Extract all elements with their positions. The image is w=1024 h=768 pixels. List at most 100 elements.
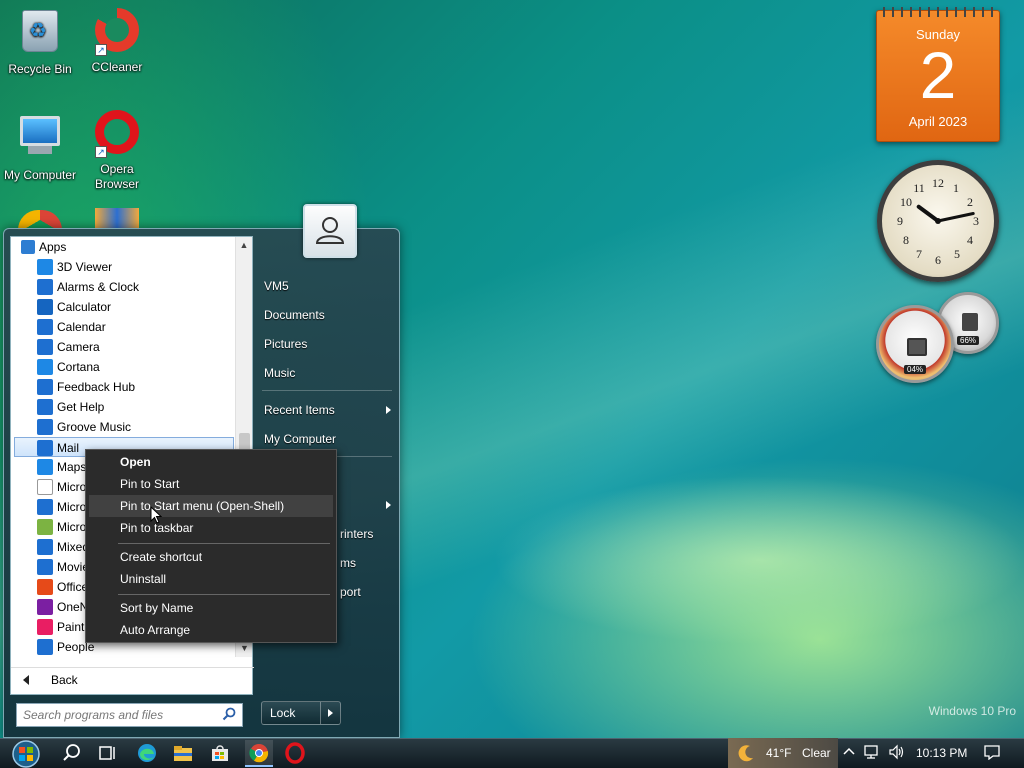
- documents-link[interactable]: Documents: [264, 308, 325, 322]
- desktop-icon-label: Opera Browser: [94, 162, 139, 191]
- app-list-item[interactable]: Cortana: [11, 357, 237, 377]
- search-icon: [222, 707, 236, 721]
- svg-text:10: 10: [900, 195, 912, 209]
- submenu-arrow-icon: [386, 406, 391, 414]
- memory-chip-icon: [962, 313, 978, 331]
- search-input[interactable]: Search programs and files: [16, 703, 243, 727]
- opera-taskbar-icon[interactable]: [284, 742, 306, 764]
- app-label: Mail: [57, 441, 80, 455]
- app-icon: [37, 559, 53, 575]
- app-icon: [37, 519, 53, 535]
- desktop-icon-recycle-bin[interactable]: Recycle Bin: [0, 6, 80, 77]
- desktop-icon-label: My Computer: [3, 168, 77, 182]
- user-folder-link[interactable]: VM5: [264, 279, 289, 293]
- ctx-sort-by-name[interactable]: Sort by Name: [89, 597, 333, 619]
- calendar-date: 2: [919, 38, 957, 112]
- desktop-icon-opera[interactable]: ↗ Opera Browser: [77, 108, 157, 192]
- ctx-auto-arrange[interactable]: Auto Arrange: [89, 619, 333, 641]
- my-computer-icon: [16, 116, 64, 164]
- app-label: Alarms & Clock: [57, 280, 140, 294]
- app-icon: [37, 319, 53, 335]
- app-label: Groove Music: [57, 420, 132, 434]
- ctx-open[interactable]: Open: [89, 451, 333, 473]
- lock-button[interactable]: Lock: [261, 701, 341, 725]
- app-label: Get Help: [57, 400, 105, 414]
- watermark-edition: Windows 10 Pro: [928, 704, 1016, 718]
- divider: [118, 594, 330, 595]
- moon-icon: [738, 745, 753, 762]
- app-icon: [37, 279, 53, 295]
- cpu-meter-gadget[interactable]: 04%: [876, 305, 954, 383]
- desktop-icon-ccleaner[interactable]: ↗ CCleaner: [77, 6, 157, 75]
- app-icon: [37, 599, 53, 615]
- ctx-pin-to-start[interactable]: Pin to Start: [89, 473, 333, 495]
- volume-icon[interactable]: [888, 744, 906, 760]
- ctx-pin-to-start-menu-open-shell[interactable]: Pin to Start menu (Open-Shell): [89, 495, 333, 517]
- folder-icon: [21, 240, 35, 254]
- user-avatar[interactable]: [303, 204, 357, 258]
- store-icon[interactable]: [209, 742, 231, 764]
- calendar-gadget[interactable]: Sunday 2 April 2023: [876, 7, 1000, 142]
- network-icon[interactable]: [864, 744, 882, 760]
- svg-text:5: 5: [954, 247, 960, 261]
- default-programs-link[interactable]: ms: [340, 556, 356, 570]
- app-list-item[interactable]: Get Help: [11, 397, 237, 417]
- pictures-link[interactable]: Pictures: [264, 337, 307, 351]
- devices-printers-link[interactable]: rinters: [340, 527, 373, 541]
- svg-text:2: 2: [967, 195, 973, 209]
- app-icon: [37, 579, 53, 595]
- search-icon[interactable]: [61, 742, 83, 764]
- music-link[interactable]: Music: [264, 366, 295, 380]
- clock-face: 12 1 2 3 4 5 6 7 8 9 10 11: [897, 176, 979, 267]
- app-list-item[interactable]: Calendar: [11, 317, 237, 337]
- clock-gadget[interactable]: 12 1 2 3 4 5 6 7 8 9 10 11: [877, 160, 999, 282]
- task-view-icon[interactable]: [97, 742, 119, 764]
- action-center-icon[interactable]: [983, 744, 1001, 760]
- start-orb-icon[interactable]: [9, 740, 43, 768]
- calendar-month: April 2023: [908, 114, 968, 129]
- app-icon: [37, 619, 53, 635]
- app-list-item[interactable]: Alarms & Clock: [11, 277, 237, 297]
- back-button[interactable]: Back: [11, 667, 254, 691]
- app-label: 3D Viewer: [57, 260, 113, 274]
- edge-icon[interactable]: [136, 742, 158, 764]
- winrar-desktop-icon[interactable]: [95, 208, 139, 230]
- ctx-create-shortcut[interactable]: Create shortcut: [89, 546, 333, 568]
- ctx-uninstall[interactable]: Uninstall: [89, 568, 333, 590]
- app-list-item[interactable]: Camera: [11, 337, 237, 357]
- clock-minute-hand: [936, 212, 975, 223]
- show-hidden-icons-chevron-icon[interactable]: [843, 746, 855, 758]
- apps-header-label: Apps: [39, 240, 67, 254]
- chrome-desktop-icon[interactable]: [18, 210, 62, 230]
- app-list-item[interactable]: Groove Music: [11, 417, 237, 437]
- my-computer-link[interactable]: My Computer: [264, 432, 336, 446]
- memory-percent: 66%: [956, 336, 980, 345]
- app-list-item[interactable]: Feedback Hub: [11, 377, 237, 397]
- app-label: Paint: [57, 620, 85, 634]
- chrome-icon[interactable]: [248, 742, 270, 764]
- shutdown-options-arrow-icon[interactable]: [320, 702, 340, 724]
- windows-watermark: Windows 10 Pro: [929, 704, 1016, 718]
- app-label: OneN: [57, 600, 89, 614]
- app-label: Maps: [57, 460, 87, 474]
- file-explorer-icon[interactable]: [172, 742, 194, 764]
- app-icon: [37, 639, 53, 655]
- svg-text:12: 12: [932, 176, 944, 190]
- help-support-link[interactable]: port: [340, 585, 361, 599]
- svg-text:4: 4: [967, 233, 973, 247]
- app-label: Calculator: [57, 300, 112, 314]
- calendar-rings: [883, 7, 993, 17]
- recent-items-link[interactable]: Recent Items: [264, 403, 335, 417]
- app-list-item[interactable]: 3D Viewer: [11, 257, 237, 277]
- submenu-arrow-icon: [386, 501, 391, 509]
- apps-folder-header[interactable]: Apps: [11, 237, 237, 257]
- ctx-pin-to-taskbar[interactable]: Pin to taskbar: [89, 517, 333, 539]
- app-icon: [37, 399, 53, 415]
- desktop-icon-label: Recycle Bin: [8, 62, 72, 76]
- ccleaner-icon: ↗: [93, 8, 141, 56]
- taskbar-clock[interactable]: 10:13 PM: [916, 738, 967, 768]
- desktop-icon-my-computer[interactable]: My Computer: [0, 108, 80, 183]
- app-list-item[interactable]: Calculator: [11, 297, 237, 317]
- app-label: Office: [57, 580, 89, 594]
- scroll-up-arrow-icon[interactable]: ▲: [236, 237, 252, 254]
